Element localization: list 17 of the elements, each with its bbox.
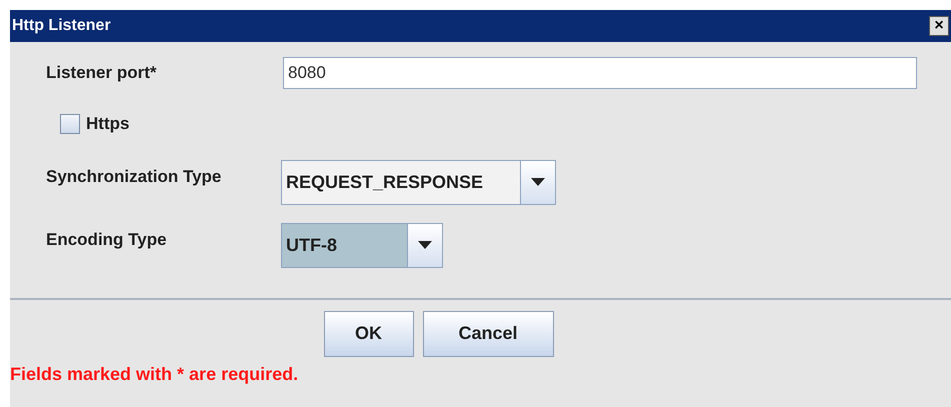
dropdown-value: REQUEST_RESPONSE — [285, 170, 484, 194]
field-label: Listener port* — [46, 62, 158, 84]
window-title: Http Listener — [12, 16, 111, 36]
caret-icon — [531, 178, 545, 186]
checkbox-label: Https — [86, 113, 130, 135]
https-checkbox[interactable] — [60, 114, 80, 134]
dropdown-value: UTF-8 — [285, 234, 338, 256]
field-label: Synchronization Type — [46, 166, 222, 188]
close-button[interactable]: × — [929, 16, 949, 36]
dropdown[interactable]: UTF-8 — [281, 222, 443, 268]
dropdown[interactable]: REQUEST_RESPONSE — [281, 160, 556, 204]
field-label: Encoding Type — [46, 229, 168, 252]
port-field[interactable]: 8080 — [283, 57, 917, 89]
caret-icon — [418, 241, 432, 249]
required-note: Fields marked with * are required. — [10, 362, 300, 386]
ok-button[interactable]: OK — [324, 310, 414, 356]
cancel-button[interactable]: Cancel — [422, 310, 554, 356]
